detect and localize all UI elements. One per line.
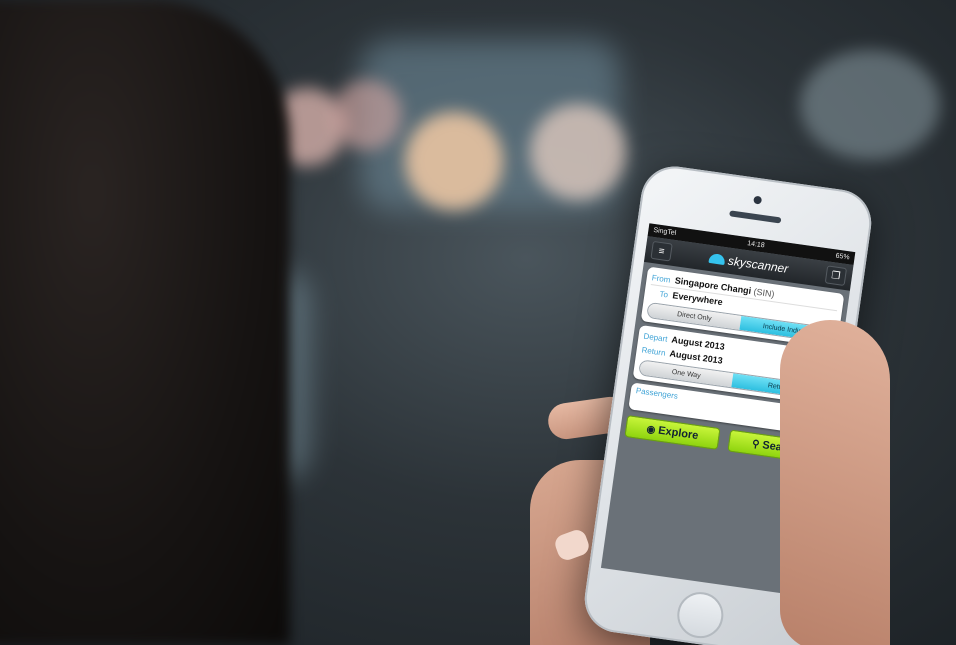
- from-label: From: [651, 273, 671, 285]
- brand-logo: skyscanner: [708, 251, 789, 276]
- blurred-person-silhouette: [0, 0, 290, 645]
- earpiece-speaker: [729, 210, 782, 224]
- explore-label: Explore: [657, 424, 700, 443]
- photo-scene: SingTel 14:18 65% ≡ skyscanner ❐ From Si…: [0, 0, 956, 645]
- bokeh-light: [332, 80, 402, 150]
- from-code: (SIN): [752, 286, 776, 300]
- menu-icon[interactable]: ≡: [650, 240, 673, 262]
- cloud-icon: [708, 252, 726, 266]
- battery-level: 65%: [835, 252, 850, 262]
- front-camera: [753, 195, 763, 205]
- return-label: Return: [641, 345, 667, 358]
- clock: 14:18: [746, 240, 766, 250]
- to-label: To: [659, 289, 669, 300]
- copy-icon[interactable]: ❐: [824, 265, 848, 286]
- brand-name: skyscanner: [727, 253, 790, 276]
- bokeh-light: [530, 104, 626, 200]
- globe-icon: ◉: [645, 423, 657, 436]
- carrier-label: SingTel: [652, 226, 677, 238]
- home-button[interactable]: [674, 589, 727, 642]
- bokeh-light: [405, 112, 503, 210]
- depart-label: Depart: [642, 331, 669, 344]
- bokeh-light: [800, 50, 940, 160]
- explore-button[interactable]: ◉ Explore: [624, 415, 721, 450]
- search-icon: ⚲: [751, 438, 761, 451]
- hand-fingers: [780, 320, 890, 645]
- to-value: Everywhere: [671, 290, 724, 308]
